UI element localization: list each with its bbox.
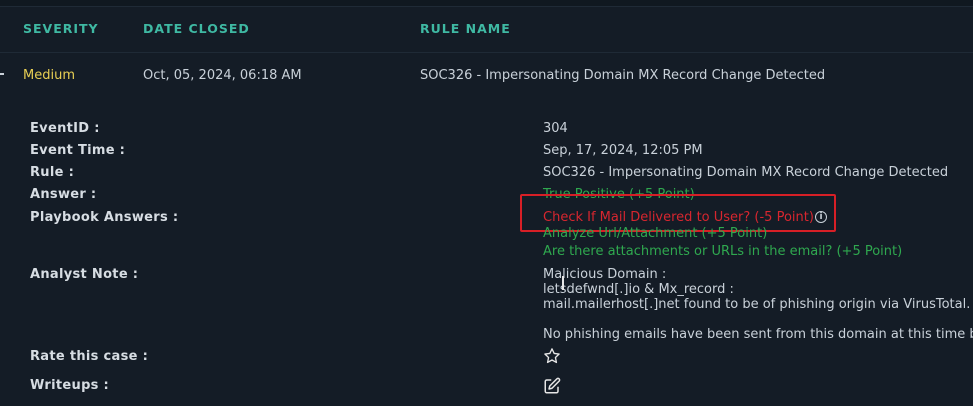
label-analyst-note: Analyst Note : (30, 267, 139, 282)
header-date-closed[interactable]: DATE CLOSED (143, 21, 250, 36)
header-severity[interactable]: SEVERITY (23, 21, 99, 36)
playbook-answer-2: Analyze Url/Attachment (+5 Point) (543, 226, 768, 241)
label-rule: Rule : (30, 165, 75, 180)
star-icon[interactable] (543, 347, 561, 369)
label-rate-case: Rate this case : (30, 349, 149, 364)
rule-name-value: SOC326 - Impersonating Domain MX Record … (420, 68, 826, 83)
value-rule: SOC326 - Impersonating Domain MX Record … (543, 165, 949, 180)
label-playbook-answers: Playbook Answers : (30, 210, 179, 225)
label-event-id: EventID : (30, 121, 100, 136)
severity-value: Medium (23, 68, 75, 83)
value-event-time: Sep, 17, 2024, 12:05 PM (543, 143, 703, 158)
date-closed-value: Oct, 05, 2024, 06:18 AM (143, 68, 302, 83)
edit-icon[interactable] (543, 377, 561, 399)
analyst-note-line-4: No phishing emails have been sent from t… (543, 327, 973, 342)
info-icon[interactable]: i (815, 211, 827, 223)
case-details-panel: EventID : 304 Event Time : Sep, 17, 2024… (0, 99, 973, 406)
text-cursor (562, 276, 564, 290)
header-rule-name[interactable]: RULE NAME (420, 21, 511, 36)
label-writeups: Writeups : (30, 378, 110, 393)
playbook-answer-3: Are there attachments or URLs in the ema… (543, 244, 903, 259)
analyst-note-line-3: mail.mailerhost[.]net found to be of phi… (543, 297, 971, 312)
table-header: SEVERITY DATE CLOSED RULE NAME (0, 7, 973, 51)
analyst-note-line-2: letsdefwnd[.]io & Mx_record : (543, 282, 734, 297)
label-event-time: Event Time : (30, 143, 126, 158)
expand-caret-icon[interactable] (0, 73, 4, 75)
label-answer: Answer : (30, 187, 97, 202)
table-row[interactable]: Medium Oct, 05, 2024, 06:18 AM SOC326 - … (0, 52, 973, 100)
value-event-id: 304 (543, 121, 568, 136)
top-border (0, 0, 973, 7)
